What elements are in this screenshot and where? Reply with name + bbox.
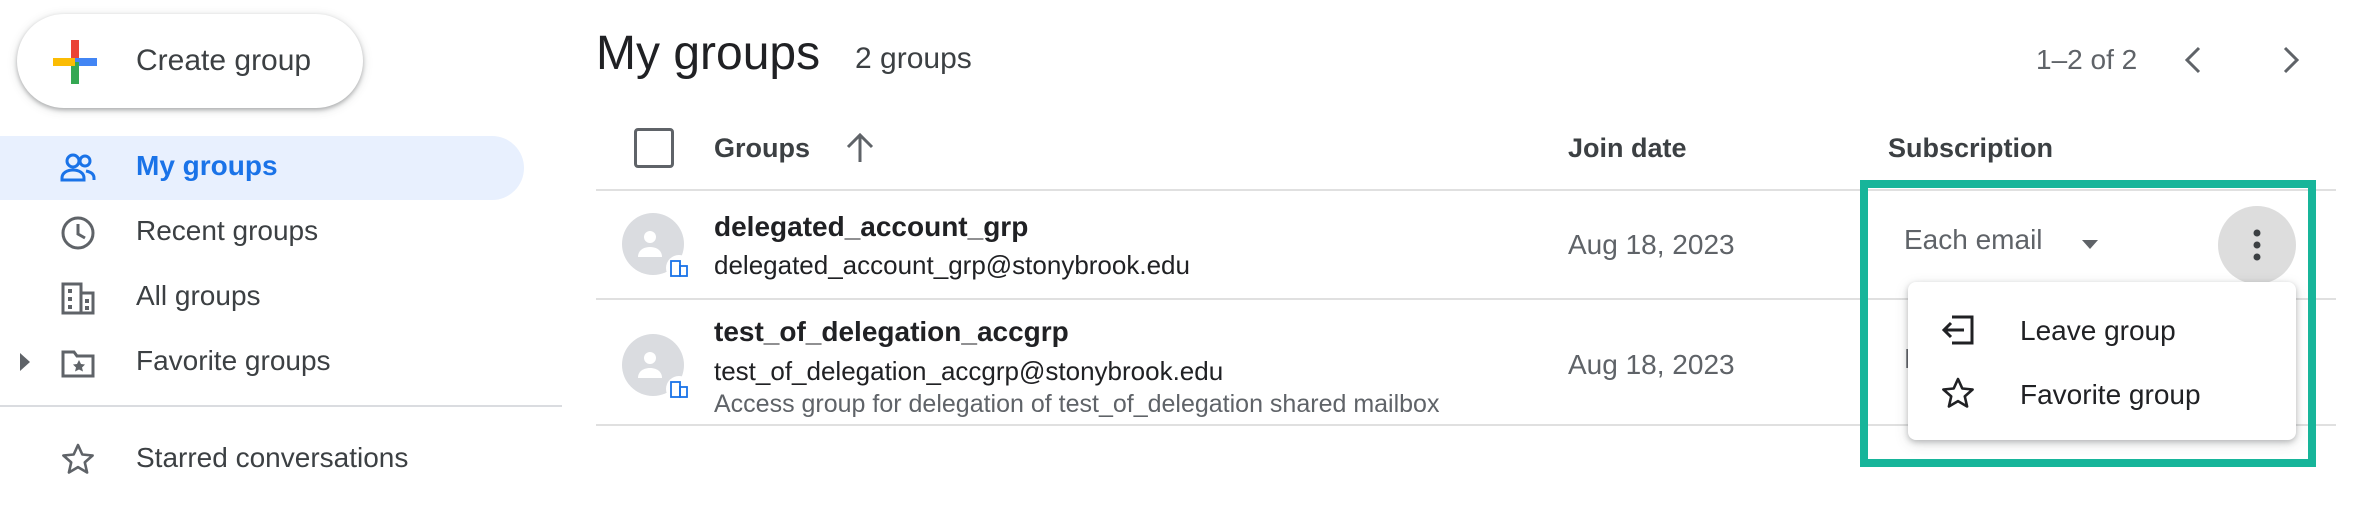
pagination-range: 1–2 of 2 [2036, 44, 2138, 75]
group-avatar [622, 213, 692, 281]
table-row[interactable]: delegated_account_grp delegated_account_… [596, 191, 1858, 298]
sidebar-item-recent-groups[interactable]: Recent groups [0, 201, 524, 265]
sidebar-item-all-groups[interactable]: All groups [0, 266, 524, 330]
sidebar-item-label: Recent groups [136, 215, 319, 246]
group-description: Access group for delegation of test_of_d… [714, 390, 1440, 418]
chevron-left-icon[interactable] [2174, 40, 2214, 80]
sidebar-item-favorite-groups[interactable]: Favorite groups [0, 331, 524, 395]
join-date: Aug 18, 2023 [1568, 349, 1735, 380]
group-name[interactable]: test_of_delegation_accgrp [714, 316, 1069, 348]
sort-arrow-up-icon[interactable] [840, 128, 880, 168]
chevron-right-icon[interactable] [2270, 40, 2310, 80]
column-header-groups[interactable]: Groups [714, 133, 810, 164]
sidebar-item-my-groups[interactable]: My groups [0, 136, 524, 200]
sidebar-item-label: Favorite groups [136, 345, 331, 376]
create-group-label: Create group [136, 44, 312, 77]
person-icon [638, 352, 662, 378]
plus-icon [53, 40, 97, 84]
group-email: delegated_account_grp@stonybrook.edu [714, 250, 1190, 280]
select-all-checkbox[interactable] [634, 128, 674, 168]
sidebar-item-label: All groups [136, 280, 261, 311]
create-group-button[interactable]: Create group [17, 14, 363, 108]
page-title: My groups [596, 27, 821, 80]
folder-star-icon [61, 350, 95, 378]
domain-badge [666, 255, 692, 281]
building-icon [670, 260, 688, 277]
highlight-box [1860, 180, 2316, 467]
building-icon [61, 282, 95, 315]
person-icon [638, 231, 662, 257]
group-count: 2 groups [855, 42, 972, 75]
clock-icon [61, 216, 95, 250]
join-date: Aug 18, 2023 [1568, 229, 1735, 260]
column-header-subscription: Subscription [1888, 133, 2054, 163]
sidebar-item-starred-conversations[interactable]: Starred conversations [0, 428, 524, 492]
star-icon [62, 443, 94, 474]
table-row[interactable]: test_of_delegation_accgrp test_of_delega… [596, 300, 1858, 424]
domain-badge [666, 376, 692, 402]
column-header-join-date: Join date [1568, 133, 1687, 163]
sidebar-item-label: Starred conversations [136, 442, 409, 473]
building-icon [670, 381, 688, 398]
group-name[interactable]: delegated_account_grp [714, 211, 1028, 243]
group-email: test_of_delegation_accgrp@stonybrook.edu [714, 356, 1224, 386]
expand-arrow-icon[interactable] [20, 353, 30, 371]
people-icon [60, 153, 96, 182]
sidebar-divider [0, 405, 562, 407]
group-avatar [622, 334, 692, 402]
sidebar-item-label: My groups [136, 150, 278, 181]
